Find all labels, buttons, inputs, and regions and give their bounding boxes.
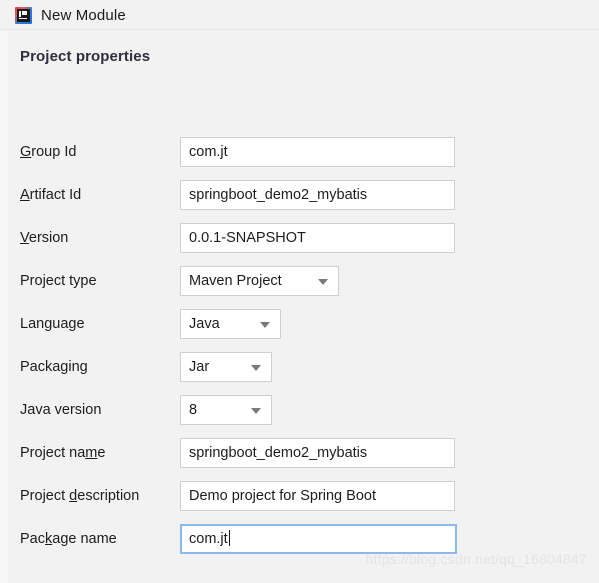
form-row: Group Id com.jt — [0, 137, 599, 167]
field-label: Package name — [20, 531, 117, 547]
field-label: Group Id — [20, 144, 77, 160]
window-title-bar: New Module — [0, 0, 599, 30]
form-row: Package name com.jt — [0, 524, 599, 554]
form-row: Java version 8 — [0, 395, 599, 425]
dropdown-6[interactable]: 8 — [180, 395, 272, 425]
icon-glyph-bar-bottom — [18, 17, 27, 19]
text-input-7[interactable]: springboot_demo2_mybatis — [180, 438, 455, 468]
text-input-8[interactable]: Demo project for Spring Boot — [180, 481, 455, 511]
form-row: Project type Maven Project — [0, 266, 599, 296]
form-row: Language Java — [0, 309, 599, 339]
form-row: Project name springboot_demo2_mybatis — [0, 438, 599, 468]
field-label: Language — [20, 316, 85, 332]
text-input-2[interactable]: 0.0.1-SNAPSHOT — [180, 223, 455, 253]
field-label: Project type — [20, 273, 97, 289]
label-mnemonic: G — [20, 144, 32, 160]
field-label: Project description — [20, 488, 140, 504]
dialog-content: Project properties Group Id com.jt Artifac… — [0, 31, 599, 583]
label-mnemonic: m — [85, 445, 98, 461]
page-title: Project properties — [20, 48, 151, 65]
chevron-down-icon — [251, 408, 261, 414]
form-row: Artifact Id springboot_demo2_mybatis — [0, 180, 599, 210]
text-input-9[interactable]: com.jt — [180, 524, 457, 554]
field-label: Version — [20, 230, 69, 246]
label-mnemonic: d — [69, 488, 78, 504]
field-label: Project name — [20, 445, 106, 461]
label-mnemonic: V — [20, 230, 29, 246]
text-input-0[interactable]: com.jt — [180, 137, 455, 167]
icon-glyph-bar-right — [22, 10, 27, 15]
label-mnemonic: k — [45, 531, 53, 547]
dropdown-4[interactable]: Java — [180, 309, 281, 339]
text-input-1[interactable]: springboot_demo2_mybatis — [180, 180, 455, 210]
form-row: Project description Demo project for Spri… — [0, 481, 599, 511]
field-label: Packaging — [20, 359, 88, 375]
field-label: Artifact Id — [20, 187, 82, 203]
dropdown-5[interactable]: Jar — [180, 352, 272, 382]
dropdown-3[interactable]: Maven Project — [180, 266, 339, 296]
intellij-idea-icon — [15, 6, 32, 24]
icon-glyph-bar-left — [18, 10, 21, 17]
form-row: Packaging Jar — [0, 352, 599, 382]
chevron-down-icon — [251, 365, 261, 371]
watermark: https://blog.csdn.net/qq_16804847 — [365, 551, 587, 567]
label-mnemonic: A — [20, 187, 30, 203]
form-row: Version 0.0.1-SNAPSHOT — [0, 223, 599, 253]
chevron-down-icon — [260, 322, 270, 328]
field-label: Java version — [20, 402, 102, 418]
window-title: New Module — [41, 6, 126, 24]
text-caret — [228, 530, 230, 546]
chevron-down-icon — [318, 279, 328, 285]
